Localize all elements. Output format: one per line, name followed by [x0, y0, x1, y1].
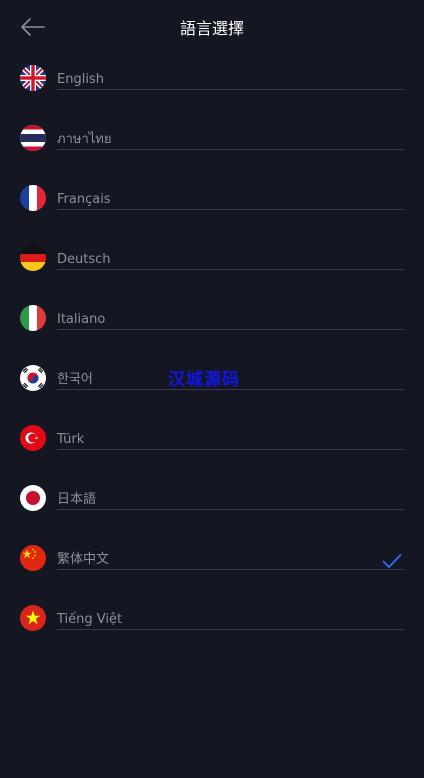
language-item-french[interactable]: Français — [0, 180, 424, 240]
page-title: 語言選擇 — [179, 19, 244, 38]
divider — [57, 509, 404, 510]
divider — [57, 149, 404, 150]
thailand-flag-icon — [20, 125, 46, 151]
language-item-italian[interactable]: Italiano — [0, 300, 424, 360]
header: 語言選擇 — [0, 0, 424, 58]
language-label: Tiếng Việt — [57, 612, 123, 627]
language-label: ภาษาไทย — [57, 132, 112, 147]
language-label: Français — [57, 192, 111, 207]
uk-flag-icon — [20, 65, 46, 91]
divider — [57, 89, 404, 90]
language-label: Türk — [57, 432, 85, 447]
divider — [57, 629, 404, 630]
china-flag-icon — [20, 545, 46, 571]
germany-flag-icon — [20, 245, 46, 271]
divider — [57, 209, 404, 210]
language-label: 日本語 — [57, 492, 97, 507]
italy-flag-icon — [20, 305, 46, 331]
language-label: Italiano — [57, 312, 106, 327]
divider — [57, 569, 404, 570]
divider — [57, 269, 404, 270]
france-flag-icon — [20, 185, 46, 211]
checkmark-icon — [382, 554, 402, 568]
language-label: 한국어 — [57, 372, 93, 387]
turkey-flag-icon — [20, 425, 46, 451]
language-list: English ภาษาไทย Français Deutsch Italian… — [0, 60, 424, 660]
japan-flag-icon — [20, 485, 46, 511]
language-select-screen: 語言選擇 English ภาษาไทย Français Deutsch It… — [0, 0, 424, 778]
language-item-german[interactable]: Deutsch — [0, 240, 424, 300]
language-label: English — [57, 72, 104, 87]
language-item-traditional-chinese[interactable]: 繁体中文 — [0, 540, 424, 600]
divider — [57, 449, 404, 450]
korea-flag-icon — [20, 365, 46, 391]
vietnam-flag-icon — [20, 605, 46, 631]
language-item-english[interactable]: English — [0, 60, 424, 120]
language-item-vietnamese[interactable]: Tiếng Việt — [0, 600, 424, 660]
language-label: Deutsch — [57, 252, 111, 267]
language-item-japanese[interactable]: 日本語 — [0, 480, 424, 540]
divider — [57, 329, 404, 330]
language-item-thai[interactable]: ภาษาไทย — [0, 120, 424, 180]
watermark-text: 汉城源码 — [168, 370, 240, 390]
language-item-turkish[interactable]: Türk — [0, 420, 424, 480]
language-label: 繁体中文 — [57, 552, 110, 567]
